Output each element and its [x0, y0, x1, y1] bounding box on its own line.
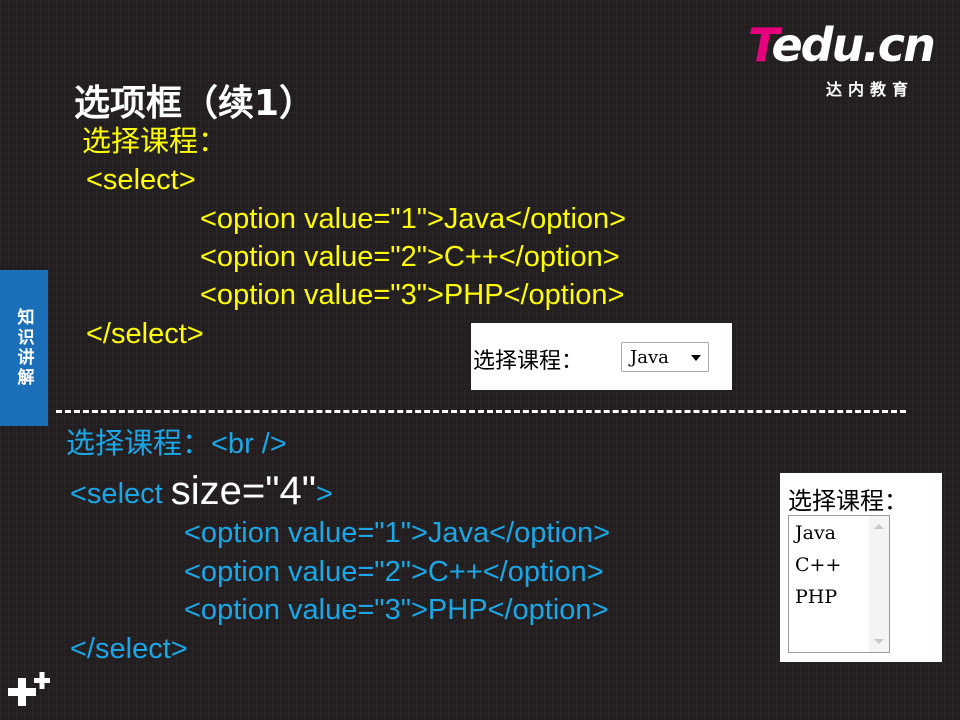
- logo-letter-t: T: [748, 18, 773, 72]
- preview-label: 选择课程：: [473, 349, 584, 374]
- listbox-option[interactable]: C++: [795, 554, 841, 576]
- example2-select-open: <select size="4">: [70, 469, 333, 513]
- listbox-scrollbar[interactable]: [869, 516, 889, 652]
- dashed-divider: [56, 410, 906, 413]
- example1-line: <option value="2">C++</option>: [200, 241, 620, 273]
- logo-subtitle: 达内教育: [826, 80, 915, 99]
- logo-word-rest: edu.cn: [771, 18, 935, 72]
- example1-line: </select>: [86, 318, 204, 350]
- dropdown-arrow-icon: [691, 355, 701, 361]
- example2-line: </select>: [70, 633, 188, 665]
- tedu-logo: Tedu.cn: [748, 22, 936, 68]
- slide-title: 选项框（续1）: [74, 83, 316, 124]
- scroll-down-arrow-icon[interactable]: [874, 639, 884, 644]
- plus-icon: [8, 672, 50, 706]
- dropdown-selected-value: Java: [630, 347, 669, 368]
- example2-line: <option value="2">C++</option>: [184, 556, 604, 588]
- listbox-option[interactable]: Java: [795, 522, 836, 544]
- course-select-dropdown[interactable]: Java: [621, 342, 709, 372]
- example2-heading: 选择课程：<br />: [66, 428, 287, 460]
- scroll-up-arrow-icon[interactable]: [874, 524, 884, 529]
- listbox-option[interactable]: PHP: [795, 586, 837, 608]
- example1-line: <option value="3">PHP</option>: [200, 279, 625, 311]
- course-listbox[interactable]: Java C++ PHP: [788, 515, 890, 653]
- example1-line: <select>: [86, 164, 196, 196]
- example1-line: <option value="1">Java</option>: [200, 203, 627, 235]
- preview-label: 选择课程：: [788, 487, 908, 515]
- side-tab-label: 知识讲解: [13, 308, 34, 388]
- size-attribute: size="4": [170, 469, 316, 513]
- example2-line: <option value="1">Java</option>: [184, 517, 611, 549]
- dropdown-preview: 选择课程： Java: [471, 323, 732, 390]
- select-open-tag: <select: [70, 478, 171, 510]
- example1-heading: 选择课程：: [82, 126, 228, 158]
- listbox-preview: 选择课程： Java C++ PHP: [780, 473, 942, 662]
- example2-line: <option value="3">PHP</option>: [184, 594, 609, 626]
- side-tab-knowledge: 知识讲解: [0, 270, 48, 426]
- select-open-close-bracket: >: [315, 478, 333, 510]
